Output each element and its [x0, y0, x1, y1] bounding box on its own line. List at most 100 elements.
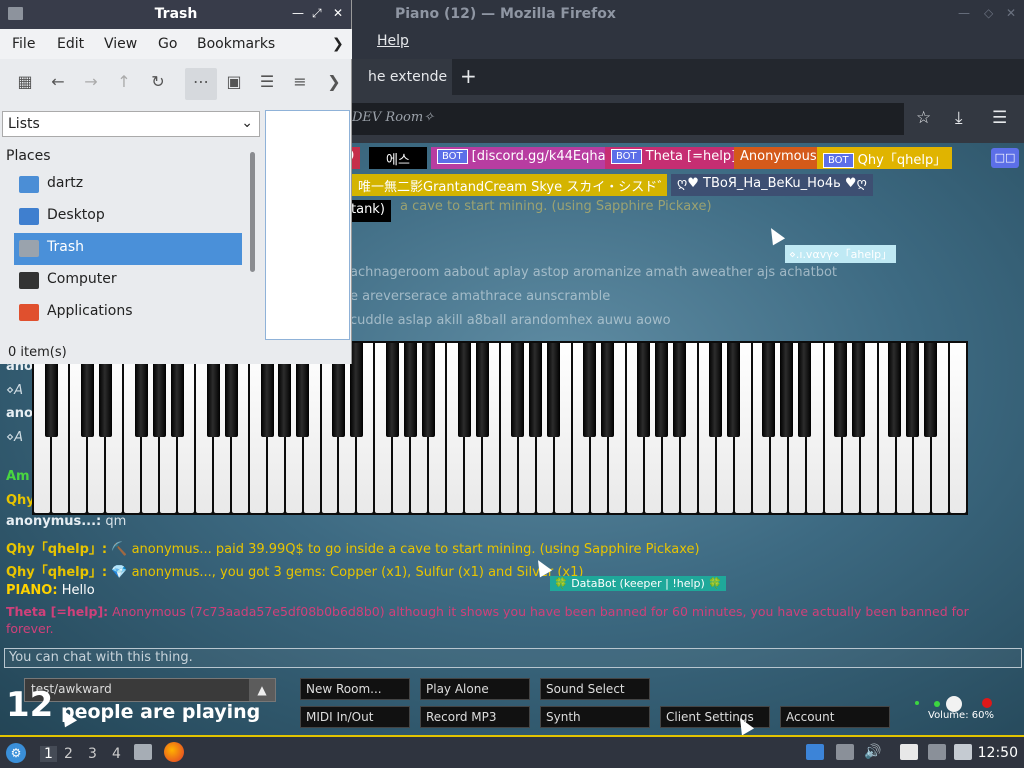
synth-button[interactable]: Synth	[540, 706, 650, 728]
close-icon[interactable]: ✕	[1006, 6, 1016, 20]
black-key[interactable]	[905, 343, 919, 437]
black-key[interactable]	[636, 343, 650, 437]
room-select[interactable]: test/awkward ▲	[24, 678, 276, 702]
workspace-4[interactable]: 4	[112, 746, 121, 762]
hamburger-menu-icon[interactable]: ☰	[992, 108, 1007, 128]
file-view-area[interactable]	[265, 110, 350, 340]
file-manager-launcher-icon[interactable]	[134, 744, 152, 760]
volume-icon[interactable]: 🔊	[864, 744, 882, 760]
chat-author[interactable]: Qhy「qhelp」:	[6, 565, 107, 580]
black-key[interactable]	[511, 343, 525, 437]
menu-help[interactable]: Help	[377, 33, 409, 49]
black-key[interactable]	[475, 343, 489, 437]
black-key[interactable]	[421, 343, 435, 437]
forward-arrow-icon[interactable]: →	[75, 72, 107, 91]
black-key[interactable]	[403, 343, 417, 437]
user-nametag[interactable]: 唯一無二影GrantandCream Skye スカイ・シスド゛⑧圏	[352, 174, 667, 196]
workspace-1[interactable]: 1	[40, 746, 57, 762]
place-item-applications[interactable]: Applications	[14, 297, 242, 329]
user-nametag[interactable]: ღ♥ TBoЯ_Ha_BeKu_Ho4ь ♥ღ	[671, 174, 873, 196]
user-nametag[interactable]: BOT Qhy「qhelp」	[817, 147, 953, 169]
menu-bookmarks[interactable]: Bookmarks	[197, 36, 275, 52]
maximize-icon[interactable]: ◇	[984, 6, 993, 20]
chat-author[interactable]: Qhy「qhelp」:	[6, 542, 107, 557]
icon-view-icon[interactable]: ⋯	[185, 68, 217, 100]
black-key[interactable]	[851, 343, 865, 437]
detailed-list-icon[interactable]: ≡	[284, 72, 316, 91]
user-nametag[interactable]: BOT [discord.gg/k44Eqha]	[431, 147, 617, 169]
play-alone-button[interactable]: Play Alone	[420, 678, 530, 700]
thumbnail-view-icon[interactable]: ▣	[218, 72, 250, 91]
workspace-3[interactable]: 3	[88, 746, 97, 762]
user-nametag[interactable]: BOT Theta [=help]	[605, 147, 743, 169]
url-bar[interactable]: DEV Room✧	[352, 103, 904, 135]
notification-toggle[interactable]: □□	[991, 148, 1019, 168]
black-key[interactable]	[350, 343, 364, 437]
black-key[interactable]	[798, 343, 812, 437]
new-tab-icon[interactable]: ▦	[9, 72, 41, 91]
clipboard-icon[interactable]	[900, 744, 918, 760]
chat-author[interactable]: anonymus...:	[6, 514, 101, 529]
back-arrow-icon[interactable]: ←	[42, 72, 74, 91]
menu-view[interactable]: View	[104, 36, 137, 52]
white-key[interactable]	[950, 343, 967, 513]
workspace-2[interactable]: 2	[64, 746, 73, 762]
place-item-home[interactable]: dartz	[14, 169, 242, 201]
start-menu-icon[interactable]: ⚙	[6, 743, 26, 763]
room-select-arrow-icon[interactable]: ▲	[249, 679, 275, 701]
display-icon[interactable]	[928, 744, 946, 760]
client-settings-button[interactable]: Client Settings	[660, 706, 770, 728]
chat-author[interactable]: Theta [=help]:	[6, 604, 108, 619]
sound-select-button[interactable]: Sound Select	[540, 678, 650, 700]
midi-button[interactable]: MIDI In/Out	[300, 706, 410, 728]
minimize-icon[interactable]: —	[958, 6, 970, 20]
black-key[interactable]	[708, 343, 722, 437]
account-button[interactable]: Account	[780, 706, 890, 728]
place-item-trash[interactable]: Trash	[14, 233, 242, 265]
network-icon[interactable]	[954, 744, 972, 760]
black-key[interactable]	[529, 343, 543, 437]
minimize-icon[interactable]: —	[292, 6, 304, 20]
black-key[interactable]	[923, 343, 937, 437]
compact-view-icon[interactable]: ☰	[251, 72, 283, 91]
black-key[interactable]	[583, 343, 597, 437]
toolbar-overflow-icon[interactable]: ❯	[318, 72, 350, 91]
black-key[interactable]	[385, 343, 399, 437]
eject-icon[interactable]	[836, 744, 854, 760]
black-key[interactable]	[601, 343, 615, 437]
user-nametag[interactable]: Anonymous	[734, 147, 823, 169]
black-key[interactable]	[887, 343, 901, 437]
menu-overflow-icon[interactable]: ❯	[332, 36, 344, 52]
black-key[interactable]	[672, 343, 686, 437]
piano-keyboard[interactable]	[32, 341, 968, 515]
browser-tab[interactable]: he extende	[352, 59, 452, 95]
black-key[interactable]	[834, 343, 848, 437]
place-item-computer[interactable]: Computer	[14, 265, 242, 297]
menu-go[interactable]: Go	[158, 36, 177, 52]
new-room-button[interactable]: New Room...	[300, 678, 410, 700]
new-tab-button[interactable]: +	[460, 64, 477, 88]
bookmark-star-icon[interactable]: ☆	[916, 108, 931, 128]
download-icon[interactable]: ⤓	[955, 108, 963, 128]
user-nametag[interactable]: 에스	[369, 147, 427, 169]
black-key[interactable]	[762, 343, 776, 437]
window-list-icon[interactable]	[806, 744, 824, 760]
black-key[interactable]	[654, 343, 668, 437]
black-key[interactable]	[547, 343, 561, 437]
up-arrow-icon[interactable]: ↑	[108, 72, 140, 91]
black-key[interactable]	[457, 343, 471, 437]
record-mp3-button[interactable]: Record MP3	[420, 706, 530, 728]
menu-file[interactable]: File	[12, 36, 35, 52]
maximize-icon[interactable]: ⤢	[312, 6, 322, 21]
reload-icon[interactable]: ↻	[142, 72, 174, 91]
close-icon[interactable]: ✕	[333, 6, 343, 20]
black-key[interactable]	[726, 343, 740, 437]
chat-author[interactable]: PIANO:	[6, 583, 58, 598]
places-scrollbar[interactable]	[250, 152, 255, 272]
side-panel-select[interactable]: Lists ⌄	[2, 111, 260, 137]
menu-edit[interactable]: Edit	[57, 36, 84, 52]
firefox-launcher-icon[interactable]	[164, 742, 184, 762]
place-item-desktop[interactable]: Desktop	[14, 201, 242, 233]
chat-input[interactable]: You can chat with this thing.	[4, 648, 1022, 668]
black-key[interactable]	[780, 343, 794, 437]
